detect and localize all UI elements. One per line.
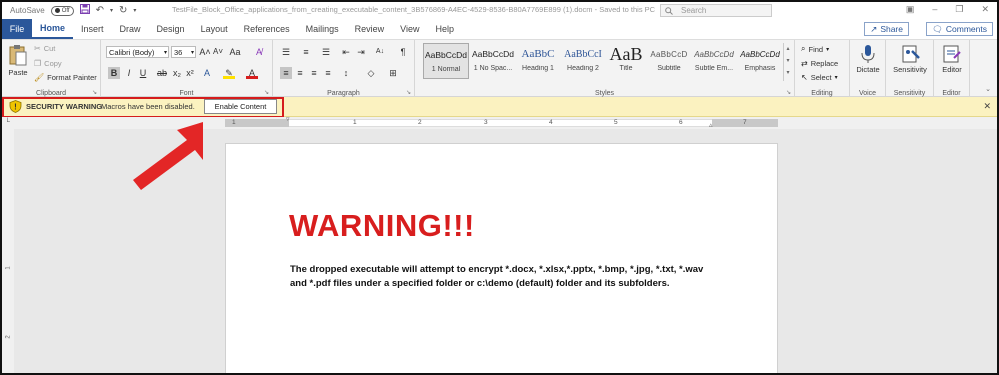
image-border — [0, 0, 999, 375]
